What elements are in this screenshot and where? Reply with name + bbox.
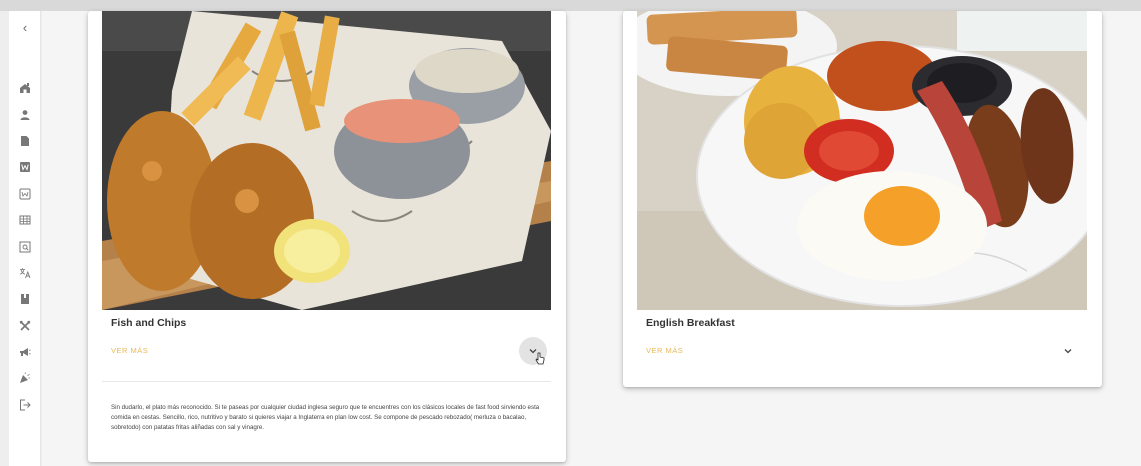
web-icon (19, 188, 31, 200)
sidebar-item-logout[interactable] (9, 392, 41, 418)
logout-icon (20, 399, 31, 411)
pointer-cursor-icon (535, 352, 545, 365)
word-icon (20, 162, 30, 173)
sidebar-item-search-list[interactable] (9, 233, 41, 259)
sidebar-item-web[interactable] (9, 181, 41, 207)
sidebar-item-celebration[interactable] (9, 365, 41, 391)
sidebar: ‹ (9, 11, 41, 466)
megaphone-icon (20, 348, 31, 357)
search-list-icon (19, 241, 31, 253)
card-description: Sin dudarlo, el plato más reconocido. Si… (111, 404, 540, 431)
sidebar-item-word[interactable] (9, 154, 41, 180)
sidebar-item-translate[interactable] (9, 260, 41, 286)
food-card-english-breakfast: English Breakfast VER MÁS (623, 11, 1102, 387)
chevron-down-icon (1064, 349, 1072, 354)
chevron-left-icon: ‹ (22, 19, 28, 35)
home-icon (20, 83, 30, 94)
sidebar-item-table[interactable] (9, 207, 41, 233)
main-content: Fish and Chips VER MÁS Sin dudarlo, el p… (42, 11, 1141, 466)
party-icon (20, 372, 30, 384)
sidebar-item-book[interactable] (9, 286, 41, 312)
fish-and-chips-photo (102, 11, 551, 310)
sidebar-item-tools[interactable] (9, 313, 41, 339)
expand-button[interactable] (1054, 337, 1082, 365)
see-more-link[interactable]: VER MÁS (111, 346, 148, 355)
window-top-bar (0, 0, 1141, 11)
card-title: Fish and Chips (111, 317, 187, 329)
card-title: English Breakfast (646, 317, 735, 329)
see-more-link[interactable]: VER MÁS (646, 346, 683, 355)
sidebar-items (9, 75, 41, 418)
tools-icon (19, 320, 31, 331)
card-divider (102, 381, 551, 382)
sidebar-item-profile[interactable] (9, 101, 41, 127)
sidebar-item-announcements[interactable] (9, 339, 41, 365)
document-icon (21, 135, 29, 146)
sidebar-item-home[interactable] (9, 75, 41, 101)
table-icon (19, 215, 31, 225)
person-icon (20, 109, 30, 120)
sidebar-item-document[interactable] (9, 128, 41, 154)
translate-icon (19, 267, 31, 279)
sidebar-collapse-button[interactable]: ‹ (9, 17, 41, 37)
english-breakfast-photo (637, 11, 1087, 310)
book-icon (21, 294, 29, 305)
food-card-fish-and-chips: Fish and Chips VER MÁS Sin dudarlo, el p… (88, 11, 566, 462)
